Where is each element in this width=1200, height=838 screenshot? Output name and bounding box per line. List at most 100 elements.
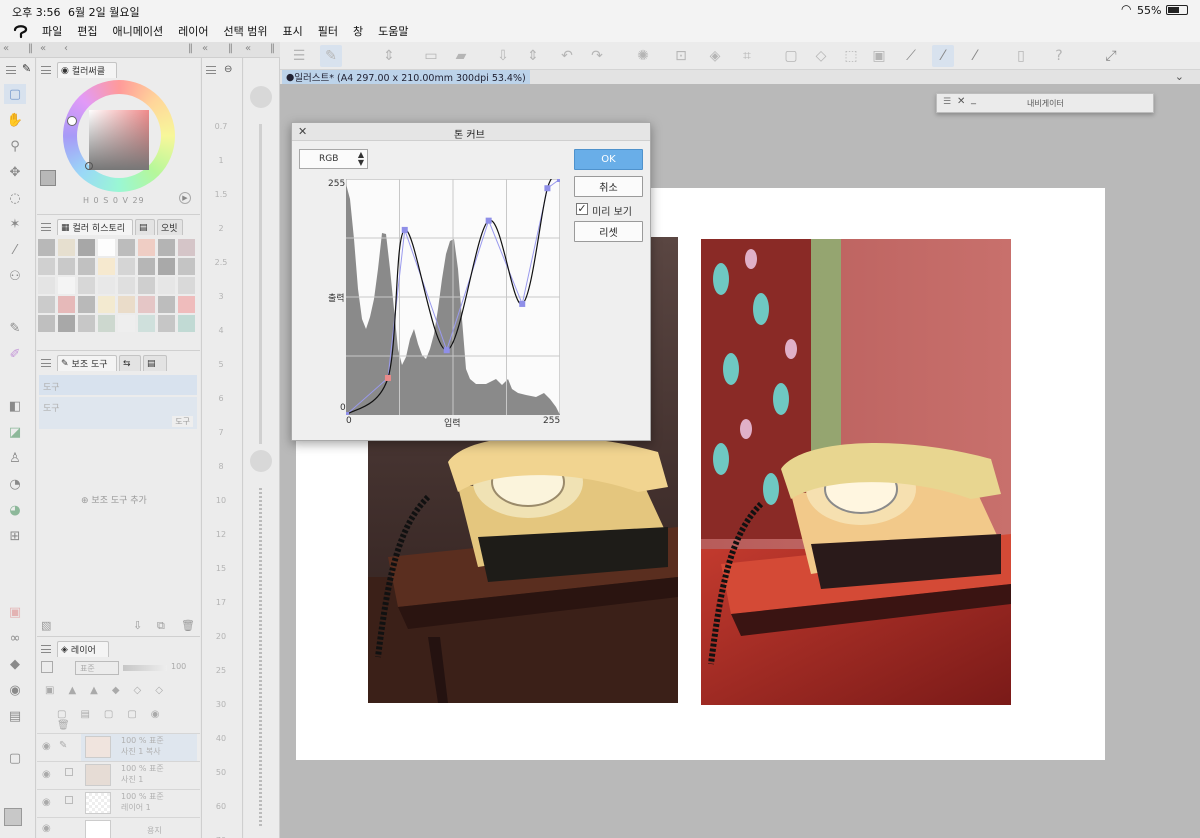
close-icon[interactable]: ✕	[957, 96, 965, 107]
history-swatch[interactable]	[58, 277, 75, 294]
history-swatch[interactable]	[98, 258, 115, 275]
brush-size-value[interactable]: 25	[208, 666, 234, 675]
tab-color-set-icon[interactable]: ▤	[135, 219, 155, 235]
saturation-square[interactable]	[89, 110, 149, 170]
pencil-icon[interactable]: ✐	[4, 344, 26, 364]
channel-select[interactable]: RGB ▲ ▼	[299, 149, 368, 169]
blend-mode-select[interactable]: 표준	[75, 661, 119, 675]
pen-icon[interactable]: ✎	[4, 318, 26, 338]
help-icon[interactable]: ?	[1048, 45, 1070, 67]
history-swatch[interactable]	[58, 315, 75, 332]
brush-size-value[interactable]: 50	[208, 768, 234, 777]
curve-control-point[interactable]	[557, 179, 560, 182]
brush-size-value[interactable]: 4	[208, 326, 234, 335]
history-swatch[interactable]	[138, 296, 155, 313]
history-swatch[interactable]	[158, 315, 175, 332]
brush-size-value[interactable]: 10	[208, 496, 234, 505]
brush-size-value[interactable]: 1	[208, 156, 234, 165]
chevron-down-icon[interactable]: ⌄	[1175, 70, 1184, 83]
reset-button[interactable]: 리셋	[574, 221, 643, 242]
lasso-icon[interactable]: ◌	[4, 188, 26, 208]
history-swatch[interactable]	[118, 315, 135, 332]
brush-size-value[interactable]: 5	[208, 360, 234, 369]
clear-icon[interactable]: ✺	[632, 45, 654, 67]
layer-checkbox[interactable]	[65, 768, 73, 776]
tab-orbit[interactable]: 오빗	[157, 219, 183, 235]
brush-size-value[interactable]: 40	[208, 734, 234, 743]
eye-icon[interactable]: ◉	[42, 823, 51, 834]
eye-icon[interactable]: ◉	[42, 741, 51, 752]
collapse-left-icon-3[interactable]: «	[202, 43, 208, 54]
pen-tab-icon[interactable]: ✎	[22, 62, 31, 75]
history-swatch[interactable]	[38, 258, 55, 275]
tab-sub-tool[interactable]: ✎ 보조 도구	[57, 355, 117, 371]
ok-button[interactable]: OK	[574, 149, 643, 170]
layer-color-box[interactable]	[41, 661, 53, 673]
menu-help[interactable]: 도움말	[378, 23, 408, 39]
pen-pressure-icon[interactable]: ⁄	[964, 45, 986, 67]
brush-size-value[interactable]: 1.5	[208, 190, 234, 199]
trash-icon[interactable]: 🗑	[181, 619, 195, 632]
history-swatch[interactable]	[38, 315, 55, 332]
close-icon[interactable]: ✕	[298, 125, 307, 138]
history-swatch[interactable]	[98, 296, 115, 313]
menu-icon[interactable]	[206, 66, 216, 74]
brush-size-value[interactable]: 7	[208, 428, 234, 437]
history-swatch[interactable]	[98, 315, 115, 332]
slider-knob-2[interactable]	[250, 450, 272, 472]
invert-icon[interactable]: ⬚	[840, 45, 862, 67]
history-swatch[interactable]	[78, 315, 95, 332]
correction-icon[interactable]: ⚇	[4, 266, 26, 286]
history-swatch[interactable]	[158, 258, 175, 275]
save-icon[interactable]: ⇩	[492, 45, 514, 67]
history-swatch[interactable]	[138, 258, 155, 275]
fullscreen-icon[interactable]: ⤢	[1100, 45, 1122, 67]
history-swatch[interactable]	[178, 296, 195, 313]
brush-size-value[interactable]: 20	[208, 632, 234, 641]
stepper-icon[interactable]: ⇕	[378, 45, 400, 67]
slider-knob[interactable]	[250, 86, 272, 108]
color-handle[interactable]	[85, 162, 93, 170]
curve-control-point[interactable]	[443, 347, 450, 354]
history-swatch[interactable]	[178, 239, 195, 256]
brush-size-value[interactable]: 12	[208, 530, 234, 539]
hand-icon[interactable]: ✋	[4, 110, 26, 130]
menu-icon[interactable]	[41, 66, 51, 74]
minimize-icon[interactable]: _	[971, 94, 976, 105]
history-swatch[interactable]	[78, 277, 95, 294]
move-icon[interactable]: ✥	[4, 162, 26, 182]
curve-control-point[interactable]	[346, 412, 349, 415]
fill-icon[interactable]: ◈	[704, 45, 726, 67]
collapse-left-icon-2[interactable]: «	[40, 43, 46, 54]
tab-tool-property-icon[interactable]: ⇆	[119, 355, 141, 371]
slider-track[interactable]	[259, 124, 262, 444]
history-swatch[interactable]	[58, 258, 75, 275]
tone-curve-graph[interactable]	[346, 179, 560, 415]
history-swatch[interactable]	[158, 277, 175, 294]
play-icon[interactable]: ▶	[179, 192, 191, 204]
history-swatch[interactable]	[138, 277, 155, 294]
curve-control-point[interactable]	[384, 374, 391, 381]
menu-layer[interactable]: 레이어	[178, 23, 208, 39]
bucket-icon[interactable]: ◆	[4, 654, 26, 674]
layer-toolbar-2[interactable]: ▢▤▢▢◉🗑	[57, 709, 200, 731]
tab-color-history[interactable]: ▦ 컬러 히스토리	[57, 219, 133, 235]
download-icon[interactable]: ⇩	[133, 619, 142, 632]
layer-row[interactable]: ◉ 100 % 표준 레이어 1	[37, 789, 200, 817]
brush-size-value[interactable]: 30	[208, 700, 234, 709]
add-sub-tool-button[interactable]: ⊕ 보조 도구 추가	[81, 493, 147, 506]
device-icon[interactable]: ▯	[1010, 45, 1032, 67]
eraser-icon[interactable]: ◧	[4, 396, 26, 416]
curve-control-point[interactable]	[544, 185, 551, 192]
select-all-icon[interactable]: ▢	[780, 45, 802, 67]
brush-icon[interactable]: ◪	[4, 422, 26, 442]
menu-view[interactable]: 표시	[282, 23, 302, 39]
eye-icon[interactable]: ◉	[42, 797, 51, 808]
new-file-icon[interactable]: ▭	[420, 45, 442, 67]
history-swatch[interactable]	[178, 277, 195, 294]
menu-icon[interactable]	[41, 645, 51, 653]
history-swatch[interactable]	[38, 296, 55, 313]
curve-control-point[interactable]	[401, 226, 408, 233]
brush-size-tab-icon[interactable]: ⊖	[224, 64, 232, 75]
collapse-left-icon-4[interactable]: «	[245, 43, 251, 54]
